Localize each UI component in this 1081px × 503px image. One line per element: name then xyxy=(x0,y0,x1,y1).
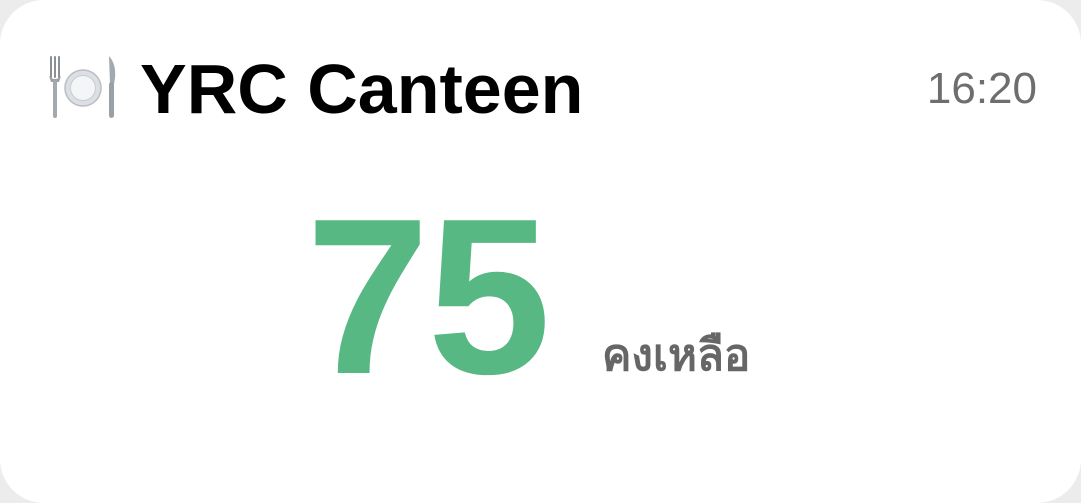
time-label: 16:20 xyxy=(926,64,1037,113)
widget-title: YRC Canteen xyxy=(140,50,584,128)
remaining-label: คงเหลือ xyxy=(602,330,751,381)
fork-knife-plate-icon xyxy=(49,56,116,118)
remaining-count: 75 xyxy=(306,173,551,421)
canteen-widget[interactable]: YRC Canteen 16:20 75 คงเหลือ xyxy=(0,0,1081,503)
